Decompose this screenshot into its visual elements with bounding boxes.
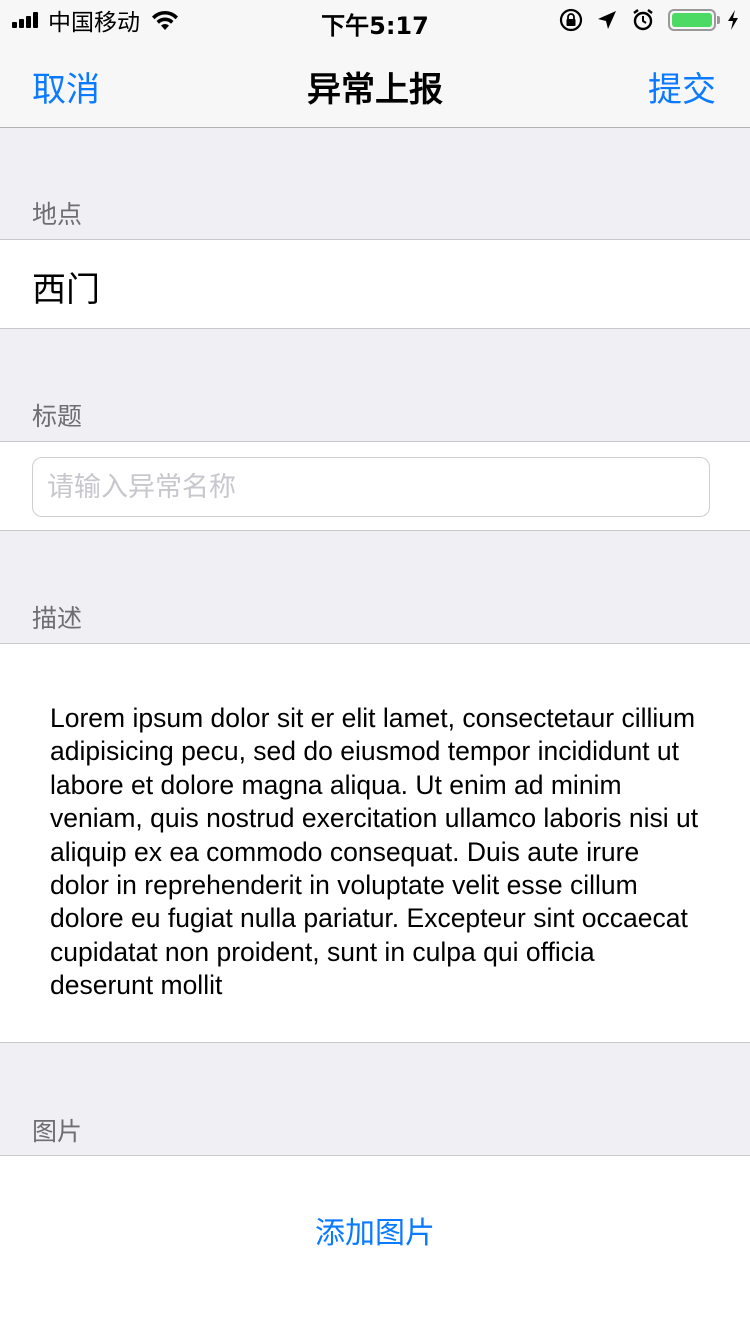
charging-icon [728, 10, 738, 30]
status-bar: 中国移动 下午5:17 [0, 0, 750, 40]
submit-button[interactable]: 提交 [648, 62, 716, 111]
page-title: 异常上报 [307, 70, 443, 110]
description-text: Lorem ipsum dolor sit er elit lamet, con… [50, 703, 699, 1001]
title-input[interactable] [32, 457, 710, 517]
add-photo-button[interactable]: 添加图片 [0, 1208, 750, 1252]
alarm-icon [633, 9, 653, 31]
description-header: 描述 [32, 604, 83, 633]
battery-tip [717, 16, 720, 24]
status-right [548, 6, 740, 34]
photos-header: 图片 [32, 1117, 83, 1146]
battery-icon [668, 9, 716, 31]
location-value: 西门 [32, 270, 100, 310]
orientation-lock-icon [559, 8, 583, 32]
navigation-bar: 取消 异常上报 提交 [0, 40, 750, 128]
description-cell[interactable]: Lorem ipsum dolor sit er elit lamet, con… [0, 643, 750, 1043]
location-cell[interactable]: 西门 [0, 239, 750, 329]
title-header: 标题 [32, 402, 83, 431]
location-arrow-icon [598, 11, 616, 29]
battery-level [672, 13, 712, 27]
title-cell [0, 441, 750, 531]
photos-cell: 添加图片 [0, 1155, 750, 1334]
location-header: 地点 [32, 200, 83, 229]
